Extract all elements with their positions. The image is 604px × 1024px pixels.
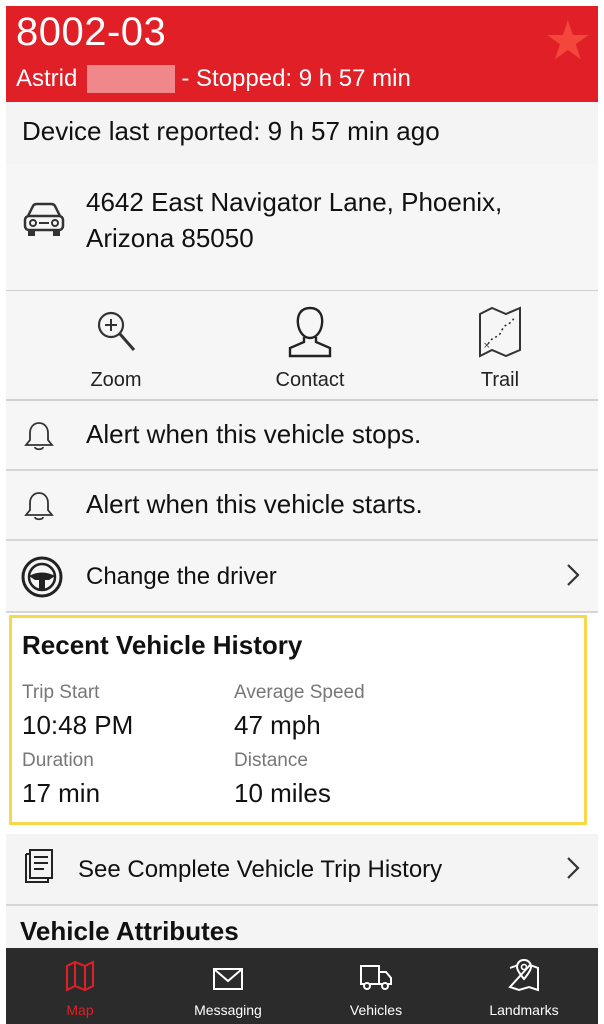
change-driver-row[interactable]: Change the driver — [6, 541, 598, 613]
map-icon — [66, 960, 94, 992]
vehicle-attributes-section: Vehicle Attributes — [6, 906, 598, 950]
duration-value: 17 min — [22, 778, 101, 808]
zoom-button[interactable]: Zoom — [56, 303, 176, 392]
vehicle-address: 4642 East Navigator Lane, Phoenix, Arizo… — [86, 184, 586, 256]
average-speed-value: 47 mph — [234, 710, 321, 740]
distance-label: Distance — [234, 750, 308, 771]
trip-history-label: See Complete Vehicle Trip History — [78, 856, 443, 883]
alert-starts-row[interactable]: Alert when this vehicle starts. — [6, 471, 598, 541]
vehicle-detail-screen: 8002-03 Astrid - Stopped: 9 h 57 min ★ D… — [0, 0, 604, 1024]
address-line-2: Arizona 85050 — [86, 223, 254, 253]
steering-wheel-icon — [21, 556, 63, 598]
truck-icon — [360, 965, 392, 990]
alert-stops-row[interactable]: Alert when this vehicle stops. — [6, 401, 598, 471]
distance-value: 10 miles — [234, 778, 331, 808]
chevron-right-icon — [567, 564, 580, 586]
change-driver-label: Change the driver — [86, 563, 277, 590]
stopped-status: - Stopped: 9 h 57 min — [181, 65, 411, 92]
recent-vehicle-history-panel: Recent Vehicle History Trip Start 10:48 … — [9, 615, 587, 825]
trail-label: Trail — [480, 369, 520, 391]
car-icon — [23, 202, 65, 236]
envelope-icon — [213, 968, 243, 990]
duration-label: Duration — [22, 750, 94, 771]
redacted-surname — [87, 65, 176, 93]
device-last-reported-row: Device last reported: 9 h 57 min ago — [6, 102, 598, 166]
trail-button[interactable]: × Trail — [440, 303, 560, 392]
vehicle-attributes-heading: Vehicle Attributes — [20, 916, 239, 946]
contact-button[interactable]: Contact — [250, 303, 370, 392]
vehicle-id-title: 8002-03 — [16, 10, 167, 54]
history-title: Recent Vehicle History — [22, 630, 303, 660]
contact-icon — [288, 306, 332, 358]
contact-label: Contact — [275, 369, 345, 391]
star-icon[interactable]: ★ — [544, 14, 592, 68]
complete-trip-history-row[interactable]: See Complete Vehicle Trip History — [6, 834, 598, 906]
average-speed-label: Average Speed — [234, 682, 365, 703]
tab-vehicles[interactable]: Vehicles — [302, 948, 450, 1024]
address-line-1: 4642 East Navigator Lane, Phoenix, — [86, 187, 503, 217]
tab-landmarks[interactable]: Landmarks — [450, 948, 598, 1024]
chevron-right-icon — [567, 857, 580, 879]
tab-map[interactable]: Map — [6, 948, 154, 1024]
alert-stops-label: Alert when this vehicle stops. — [86, 419, 422, 449]
alert-starts-label: Alert when this vehicle starts. — [86, 489, 423, 519]
trip-start-value: 10:48 PM — [22, 710, 134, 740]
bell-icon — [24, 422, 54, 451]
trip-start-label: Trip Start — [22, 682, 100, 703]
vehicle-address-row: 4642 East Navigator Lane, Phoenix, Arizo… — [6, 164, 598, 292]
bell-icon — [24, 492, 54, 521]
trail-map-icon: × — [479, 306, 521, 358]
vehicle-status-line: Astrid - Stopped: 9 h 57 min — [16, 64, 411, 94]
document-icon — [25, 849, 53, 883]
driver-name: Astrid — [16, 65, 78, 92]
tab-vehicles-label: Vehicles — [349, 1002, 403, 1018]
zoom-in-icon — [97, 311, 136, 351]
tab-landmarks-label: Landmarks — [489, 1002, 559, 1018]
zoom-label: Zoom — [90, 369, 142, 391]
quick-actions-row: Zoom Contact × Trail — [6, 291, 598, 401]
svg-text:×: × — [483, 341, 491, 351]
tab-messaging-label: Messaging — [194, 1002, 262, 1018]
tab-messaging[interactable]: Messaging — [154, 948, 302, 1024]
bottom-tab-bar: Map Messaging Vehicles Landmarks — [6, 948, 598, 1024]
device-last-reported-text: Device last reported: 9 h 57 min ago — [22, 116, 440, 146]
tab-map-label: Map — [66, 1002, 94, 1018]
landmark-pin-icon — [508, 958, 539, 992]
vehicle-header: 8002-03 Astrid - Stopped: 9 h 57 min ★ — [6, 6, 598, 102]
